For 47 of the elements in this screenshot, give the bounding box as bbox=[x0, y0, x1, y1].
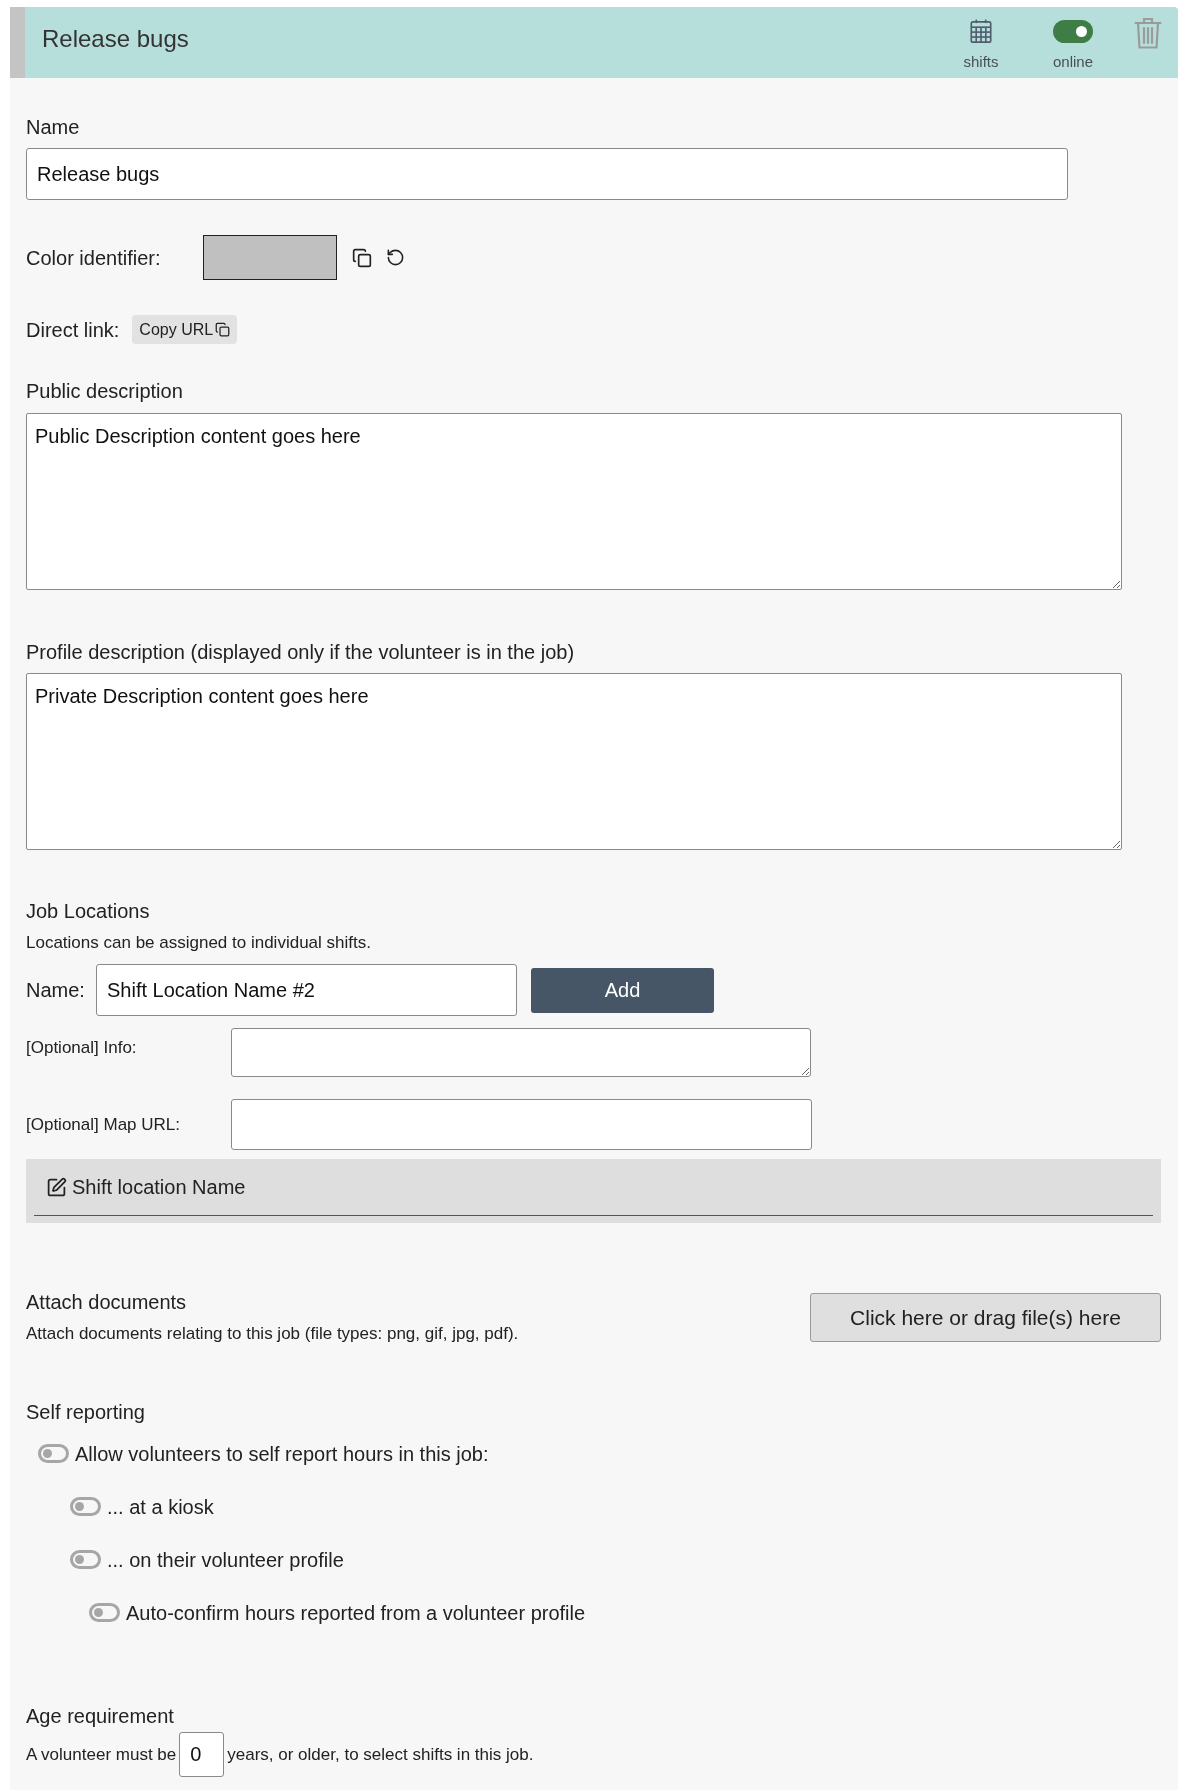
direct-link-label: Direct link: bbox=[26, 317, 120, 342]
job-locations-hint: Locations can be assigned to individual shifts. bbox=[26, 932, 372, 954]
info-label: [Optional] Info: bbox=[26, 1037, 138, 1059]
age-input[interactable]: 0 bbox=[179, 1732, 225, 1777]
job-locations-heading: Job Locations bbox=[26, 899, 151, 923]
add-button[interactable]: Add bbox=[531, 967, 714, 1013]
job-title: Release bugs bbox=[42, 24, 189, 54]
location-name-input[interactable]: Shift Location Name #2 bbox=[96, 964, 517, 1016]
undo-icon[interactable] bbox=[386, 248, 405, 267]
self-reporting-heading: Self reporting bbox=[26, 1400, 146, 1424]
upload-button[interactable]: Click here or drag file(s) here bbox=[810, 1293, 1161, 1342]
toggle-switch[interactable] bbox=[38, 1444, 69, 1463]
public-description-label: Public description bbox=[26, 379, 184, 403]
self-report-option: ... at a kiosk bbox=[107, 1494, 214, 1519]
location-name-label: Name: bbox=[26, 978, 86, 1002]
location-row[interactable]: Shift location Name bbox=[26, 1159, 1161, 1223]
profile-description-label: Profile description (displayed only if the volunteer is in the job) bbox=[26, 640, 576, 664]
copy-icon bbox=[215, 322, 231, 337]
self-report-option: Auto-confirm hours reported from a volunteer profile bbox=[126, 1600, 586, 1625]
calendar-icon bbox=[970, 19, 992, 43]
color-swatch[interactable] bbox=[203, 235, 337, 280]
shifts-button[interactable]: shifts bbox=[950, 7, 1012, 71]
toggle-switch[interactable] bbox=[70, 1497, 101, 1516]
edit-icon[interactable] bbox=[46, 1176, 67, 1198]
color-identifier-label: Color identifier: bbox=[26, 245, 162, 270]
profile-description-field[interactable]: Private Description content goes here bbox=[26, 673, 1122, 850]
public-description-field[interactable]: Public Description content goes here bbox=[26, 413, 1122, 590]
copy-icon[interactable] bbox=[352, 247, 372, 268]
self-report-option: ... on their volunteer profile bbox=[107, 1547, 344, 1572]
attach-documents-hint: Attach documents relating to this job (file types: png, gif, jpg, pdf). bbox=[26, 1323, 519, 1345]
copy-url-button[interactable]: Copy URL bbox=[132, 315, 238, 344]
name-label: Name bbox=[26, 115, 81, 139]
toggle-switch[interactable] bbox=[1053, 20, 1093, 43]
self-report-option: Allow volunteers to self report hours in this job: bbox=[75, 1441, 489, 1466]
age-text-after: years, or older, to select shifts in this job. bbox=[227, 1743, 534, 1766]
map-url-field[interactable] bbox=[231, 1099, 812, 1150]
toggle-switch[interactable] bbox=[89, 1603, 120, 1622]
trash-icon[interactable] bbox=[1134, 17, 1162, 49]
age-requirement-heading: Age requirement bbox=[26, 1704, 175, 1728]
toggle-switch[interactable] bbox=[70, 1550, 101, 1569]
attach-documents-heading: Attach documents bbox=[26, 1290, 188, 1314]
map-url-label: [Optional] Map URL: bbox=[26, 1113, 181, 1136]
info-field[interactable] bbox=[231, 1028, 811, 1077]
name-input[interactable]: Release bugs bbox=[26, 148, 1068, 200]
online-label: online bbox=[1052, 53, 1093, 71]
age-text-before: A volunteer must be bbox=[26, 1743, 177, 1766]
location-name: Shift location Name bbox=[72, 1175, 246, 1199]
